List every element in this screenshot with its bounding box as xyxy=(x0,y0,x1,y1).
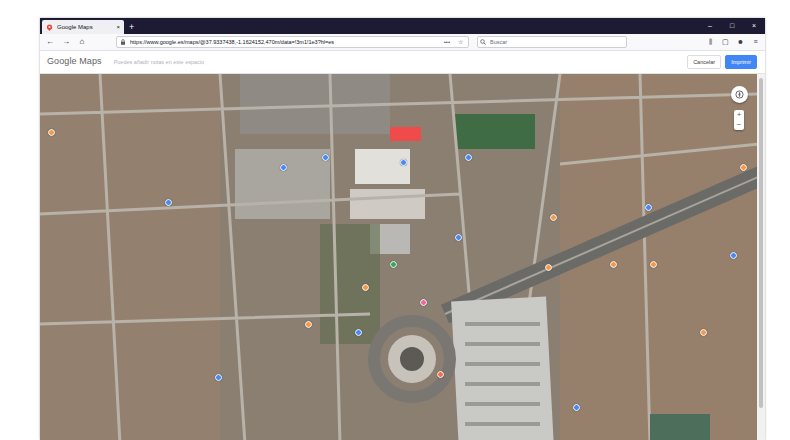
map-pin[interactable] xyxy=(400,159,407,166)
compass-icon xyxy=(735,90,744,99)
map-pin[interactable] xyxy=(322,154,329,161)
scrollbar[interactable] xyxy=(757,74,765,440)
magnifier-icon xyxy=(480,39,486,45)
map-pin[interactable] xyxy=(305,321,312,328)
map-pin[interactable] xyxy=(390,261,397,268)
map-pin[interactable] xyxy=(362,284,369,291)
new-tab-button[interactable]: + xyxy=(124,20,139,34)
maps-logo: Google Maps xyxy=(47,55,102,69)
map-pin[interactable] xyxy=(650,261,657,268)
header-buttons: Cancelar Imprimir xyxy=(687,55,757,69)
map-pin[interactable] xyxy=(610,261,617,268)
map-pin[interactable] xyxy=(550,214,557,221)
maps-header: Google Maps Cancelar Imprimir xyxy=(40,51,765,74)
toolbar-icon[interactable]: ▢ xyxy=(720,37,731,48)
map-pin[interactable] xyxy=(740,164,747,171)
cancel-button[interactable]: Cancelar xyxy=(687,55,721,69)
map-pin[interactable] xyxy=(420,299,427,306)
nav-button[interactable]: ⌂ xyxy=(76,34,88,50)
toolbar-icon[interactable]: ☻ xyxy=(735,37,746,48)
window-control[interactable]: – xyxy=(699,18,721,34)
zoom-control: +− xyxy=(734,110,744,130)
maps-favicon-icon xyxy=(46,24,53,31)
tab-label: Google Maps xyxy=(57,20,112,34)
map-pin[interactable] xyxy=(465,154,472,161)
map-pin[interactable] xyxy=(165,199,172,206)
map-area: +− xyxy=(40,74,765,440)
browser-tab[interactable]: Google Maps × xyxy=(42,20,124,34)
map-pin[interactable] xyxy=(280,164,287,171)
map-pin[interactable] xyxy=(730,252,737,259)
search-field[interactable] xyxy=(477,36,627,48)
tab-bar: Google Maps×+–□× xyxy=(40,18,765,34)
url-action[interactable]: ••• xyxy=(442,37,452,47)
map-pin[interactable] xyxy=(700,329,707,336)
map-pin[interactable] xyxy=(355,329,362,336)
lock-icon xyxy=(120,39,126,45)
satellite-map[interactable]: +− xyxy=(40,74,757,440)
toolbar: ←→⌂ https://www.google.es/maps/@37.933743… xyxy=(40,34,765,51)
address-bar[interactable]: https://www.google.es/maps/@37.9337438,-… xyxy=(116,36,469,48)
toolbar-icon[interactable]: ≡ xyxy=(750,37,761,48)
compass-button[interactable] xyxy=(731,86,748,103)
search-box xyxy=(477,36,627,48)
zoom-out-button[interactable]: − xyxy=(734,120,744,130)
map-pin[interactable] xyxy=(215,374,222,381)
window-control[interactable]: × xyxy=(743,18,765,34)
tab-close[interactable]: × xyxy=(116,20,120,34)
url-text: https://www.google.es/maps/@37.9337438,-… xyxy=(130,37,438,47)
nav-button[interactable]: → xyxy=(60,34,72,50)
notes-field[interactable] xyxy=(112,57,677,67)
scrollbar-thumb[interactable] xyxy=(759,78,763,408)
nav-button[interactable]: ← xyxy=(44,34,56,50)
map-pin[interactable] xyxy=(573,404,580,411)
zoom-in-button[interactable]: + xyxy=(734,110,744,120)
map-pin[interactable] xyxy=(48,129,55,136)
url-action[interactable]: ☆ xyxy=(456,37,465,47)
print-button[interactable]: Imprimir xyxy=(725,55,757,69)
map-pin[interactable] xyxy=(545,264,552,271)
toolbar-icon[interactable]: ⫼ xyxy=(705,37,716,48)
map-pin[interactable] xyxy=(645,204,652,211)
window-control[interactable]: □ xyxy=(721,18,743,34)
selected-area-marker[interactable] xyxy=(390,127,421,141)
map-pin[interactable] xyxy=(455,234,462,241)
browser-window: Google Maps×+–□× ←→⌂https://www.google.e… xyxy=(40,18,765,440)
map-pin[interactable] xyxy=(437,371,444,378)
